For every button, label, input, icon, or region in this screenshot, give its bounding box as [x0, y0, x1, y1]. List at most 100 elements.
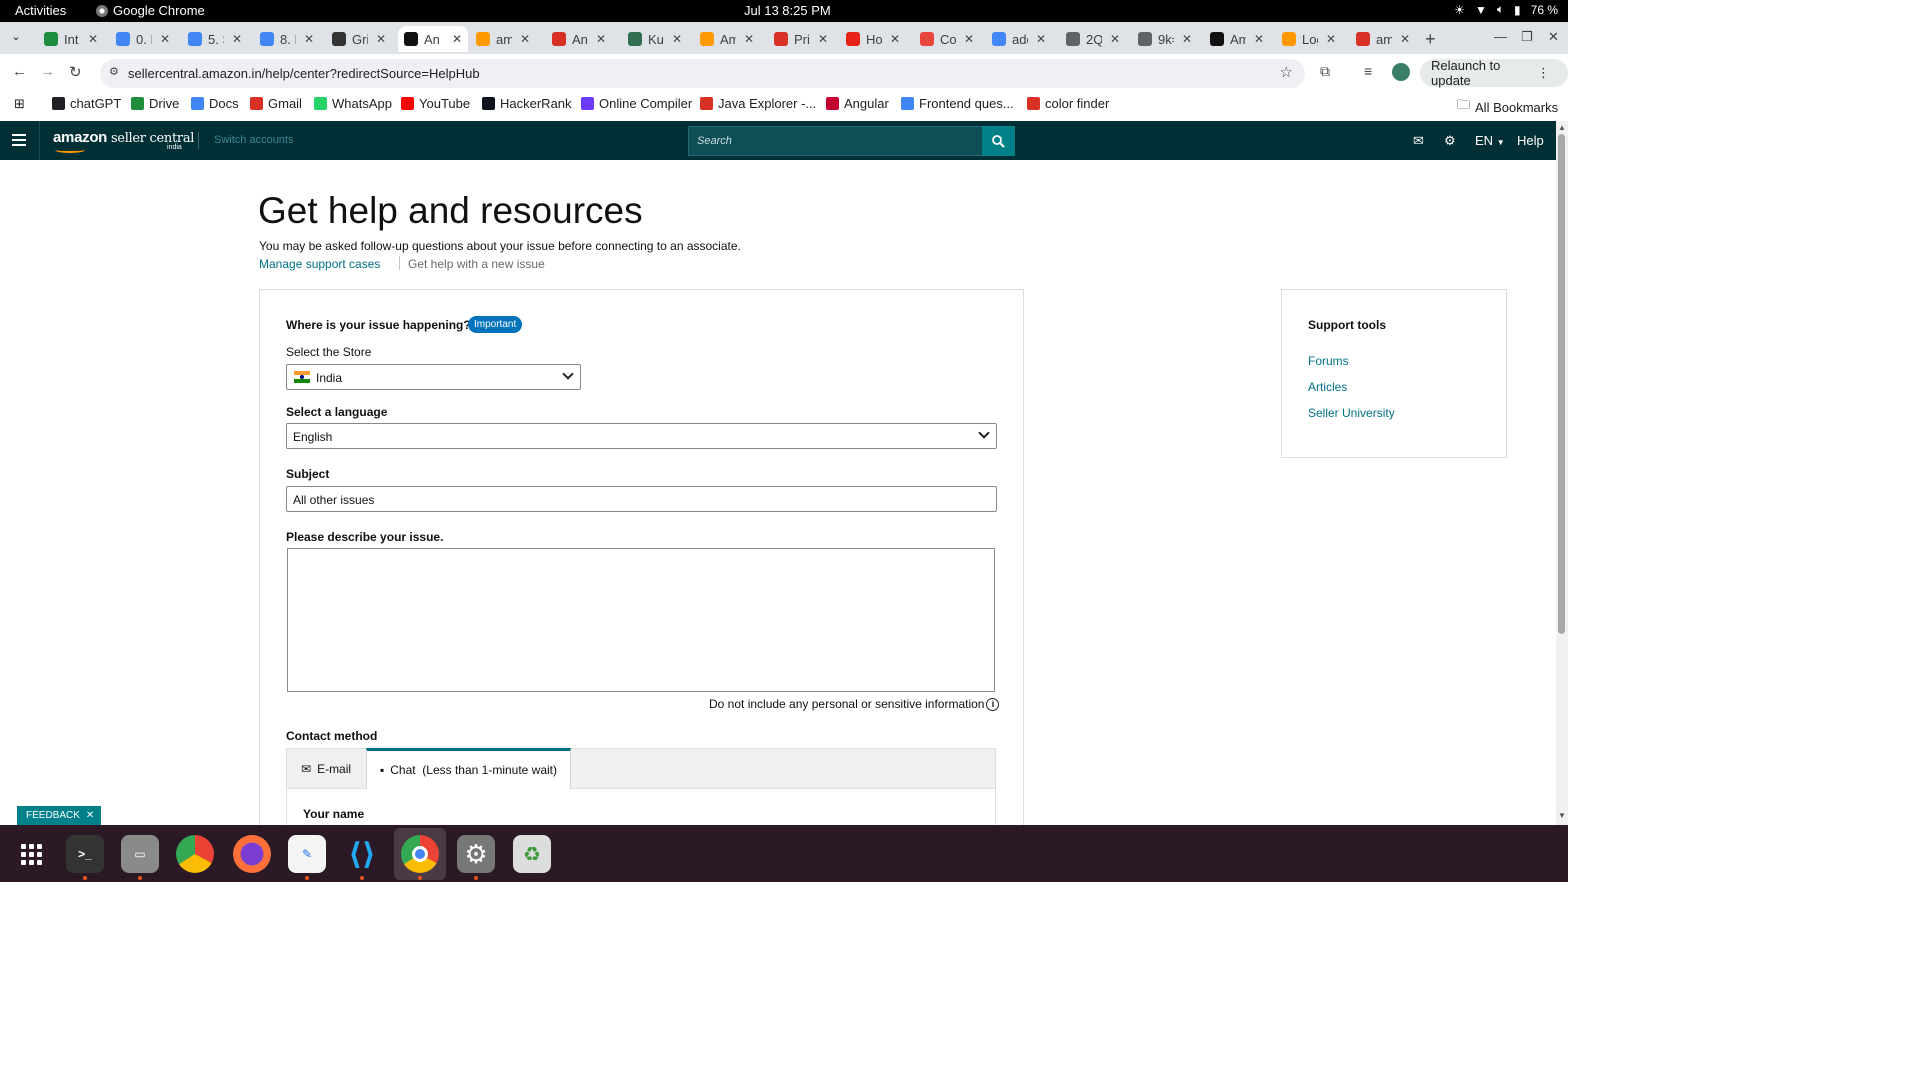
- url-text[interactable]: sellercentral.amazon.in/help/center?redi…: [128, 66, 480, 81]
- tab-close-icon[interactable]: ✕: [452, 32, 462, 46]
- seller-central-logo[interactable]: amazon seller central india: [53, 129, 194, 153]
- browser-tab[interactable]: add pr ✕: [986, 26, 1052, 52]
- text-editor-icon[interactable]: ✎: [288, 835, 326, 873]
- tab-close-icon[interactable]: ✕: [744, 32, 754, 46]
- reload-icon[interactable]: ↻: [69, 63, 82, 81]
- system-tray[interactable]: ☀ ▼ 🔈︎ ▮ 76 %: [1454, 2, 1558, 17]
- tab-close-icon[interactable]: ✕: [232, 32, 242, 46]
- tab-close-icon[interactable]: ✕: [596, 32, 606, 46]
- forward-arrow-icon[interactable]: →: [40, 63, 55, 80]
- app-menu[interactable]: Google Chrome: [96, 3, 205, 18]
- browser-tab[interactable]: An ✕: [546, 26, 612, 52]
- chrome-beta-icon[interactable]: [176, 835, 214, 873]
- trash-icon[interactable]: ♻: [513, 835, 551, 873]
- search-button[interactable]: [982, 126, 1015, 156]
- tab-close-icon[interactable]: ✕: [818, 32, 828, 46]
- bookmark-item[interactable]: Angular: [826, 96, 889, 111]
- subject-field[interactable]: All other issues: [286, 486, 997, 512]
- tab-search-chevron-icon[interactable]: ⌄: [8, 30, 24, 46]
- relaunch-button[interactable]: Relaunch to update ⋮: [1420, 58, 1568, 88]
- hamburger-menu-icon[interactable]: [12, 134, 26, 146]
- browser-tab[interactable]: An ✕: [398, 26, 468, 52]
- profile-avatar[interactable]: [1392, 63, 1410, 81]
- page-scrollbar[interactable]: ▲ ▼: [1556, 121, 1568, 825]
- bookmark-item[interactable]: Docs: [191, 96, 239, 111]
- browser-tab[interactable]: 0. I ✕: [110, 26, 176, 52]
- browser-tab[interactable]: Gri ✕: [326, 26, 392, 52]
- tab-close-icon[interactable]: ✕: [1036, 32, 1046, 46]
- media-controls-icon[interactable]: ≡: [1364, 63, 1372, 79]
- files-icon[interactable]: ▭: [121, 835, 159, 873]
- browser-tab[interactable]: 2Q== ✕: [1060, 26, 1126, 52]
- tab-close-icon[interactable]: ✕: [88, 32, 98, 46]
- feedback-button[interactable]: FEEDBACK ✕: [17, 806, 102, 825]
- bookmark-item[interactable]: color finder: [1027, 96, 1109, 111]
- chat-tab[interactable]: ▪ Chat (Less than 1-minute wait): [366, 748, 572, 789]
- browser-tab[interactable]: 5. S ✕: [182, 26, 248, 52]
- tab-close-icon[interactable]: ✕: [376, 32, 386, 46]
- manage-support-cases-link[interactable]: Manage support cases: [259, 257, 380, 271]
- minimize-icon[interactable]: —: [1494, 29, 1507, 44]
- switch-accounts-link[interactable]: Switch accounts: [214, 134, 293, 146]
- firefox-icon[interactable]: [233, 835, 271, 873]
- bookmark-item[interactable]: WhatsApp: [314, 96, 392, 111]
- tab-close-icon[interactable]: ✕: [672, 32, 682, 46]
- bookmark-star-icon[interactable]: ☆: [1280, 63, 1293, 81]
- bookmark-item[interactable]: HackerRank: [482, 96, 572, 111]
- mail-icon[interactable]: ✉: [1413, 133, 1424, 149]
- extensions-icon[interactable]: ⧉: [1320, 63, 1330, 80]
- browser-tab[interactable]: KuMa ✕: [622, 26, 688, 52]
- vscode-icon[interactable]: ⟨⟩: [343, 835, 381, 873]
- tab-close-icon[interactable]: ✕: [1254, 32, 1264, 46]
- seller-university-link[interactable]: Seller University: [1308, 406, 1395, 420]
- bookmark-item[interactable]: Frontend ques...: [901, 96, 1014, 111]
- bookmark-item[interactable]: chatGPT: [52, 96, 121, 111]
- close-icon[interactable]: ✕: [86, 810, 94, 821]
- help-link[interactable]: Help: [1517, 133, 1544, 148]
- browser-tab[interactable]: Co ✕: [914, 26, 980, 52]
- tab-close-icon[interactable]: ✕: [160, 32, 170, 46]
- bookmark-item[interactable]: Java Explorer -...: [700, 96, 816, 111]
- close-window-icon[interactable]: ✕: [1548, 29, 1559, 45]
- store-select[interactable]: India: [286, 364, 581, 390]
- language-select[interactable]: English: [286, 423, 997, 449]
- describe-issue-textarea[interactable]: [287, 548, 995, 692]
- show-apps-icon[interactable]: [12, 835, 50, 873]
- new-tab-button[interactable]: +: [1425, 29, 1436, 50]
- activities-button[interactable]: Activities: [15, 3, 66, 18]
- browser-tab[interactable]: am ✕: [470, 26, 536, 52]
- browser-tab[interactable]: 9k= (2 ✕: [1132, 26, 1198, 52]
- tab-close-icon[interactable]: ✕: [304, 32, 314, 46]
- tab-close-icon[interactable]: ✕: [1110, 32, 1120, 46]
- all-bookmarks-button[interactable]: 🗀 All Bookmarks: [1457, 96, 1558, 118]
- browser-tab[interactable]: Login ✕: [1276, 26, 1342, 52]
- bookmark-item[interactable]: YouTube: [401, 96, 470, 111]
- browser-tab[interactable]: How T ✕: [840, 26, 906, 52]
- tab-close-icon[interactable]: ✕: [520, 32, 530, 46]
- language-selector[interactable]: EN ▼: [1475, 133, 1505, 148]
- browser-tab[interactable]: Amaz ✕: [1204, 26, 1270, 52]
- scrollbar-thumb[interactable]: [1558, 134, 1565, 634]
- chrome-dock-button[interactable]: [394, 828, 446, 880]
- browser-tab[interactable]: amazo ✕: [1350, 26, 1416, 52]
- forums-link[interactable]: Forums: [1308, 354, 1349, 368]
- bookmark-item[interactable]: Online Compiler: [581, 96, 692, 111]
- terminal-icon[interactable]: >_: [66, 835, 104, 873]
- back-arrow-icon[interactable]: ←: [12, 63, 27, 80]
- scroll-down-icon[interactable]: ▼: [1558, 811, 1566, 820]
- scroll-up-icon[interactable]: ▲: [1558, 123, 1566, 132]
- tab-close-icon[interactable]: ✕: [1400, 32, 1410, 46]
- settings-icon[interactable]: ⚙: [457, 835, 495, 873]
- tab-close-icon[interactable]: ✕: [890, 32, 900, 46]
- articles-link[interactable]: Articles: [1308, 380, 1347, 394]
- info-icon[interactable]: i: [986, 697, 1000, 711]
- clock[interactable]: Jul 13 8:25 PM: [744, 3, 831, 18]
- browser-tab[interactable]: Prime ✕: [768, 26, 834, 52]
- address-bar[interactable]: ⚙ sellercentral.amazon.in/help/center?re…: [100, 59, 1305, 88]
- bookmark-item[interactable]: Drive: [131, 96, 179, 111]
- email-tab[interactable]: ✉ E-mail: [301, 749, 351, 789]
- apps-grid-icon[interactable]: ⊞: [14, 96, 25, 112]
- browser-tab[interactable]: Int ✕: [38, 26, 104, 52]
- settings-gear-icon[interactable]: ⚙: [1444, 133, 1456, 149]
- browser-tab[interactable]: 8. I ✕: [254, 26, 320, 52]
